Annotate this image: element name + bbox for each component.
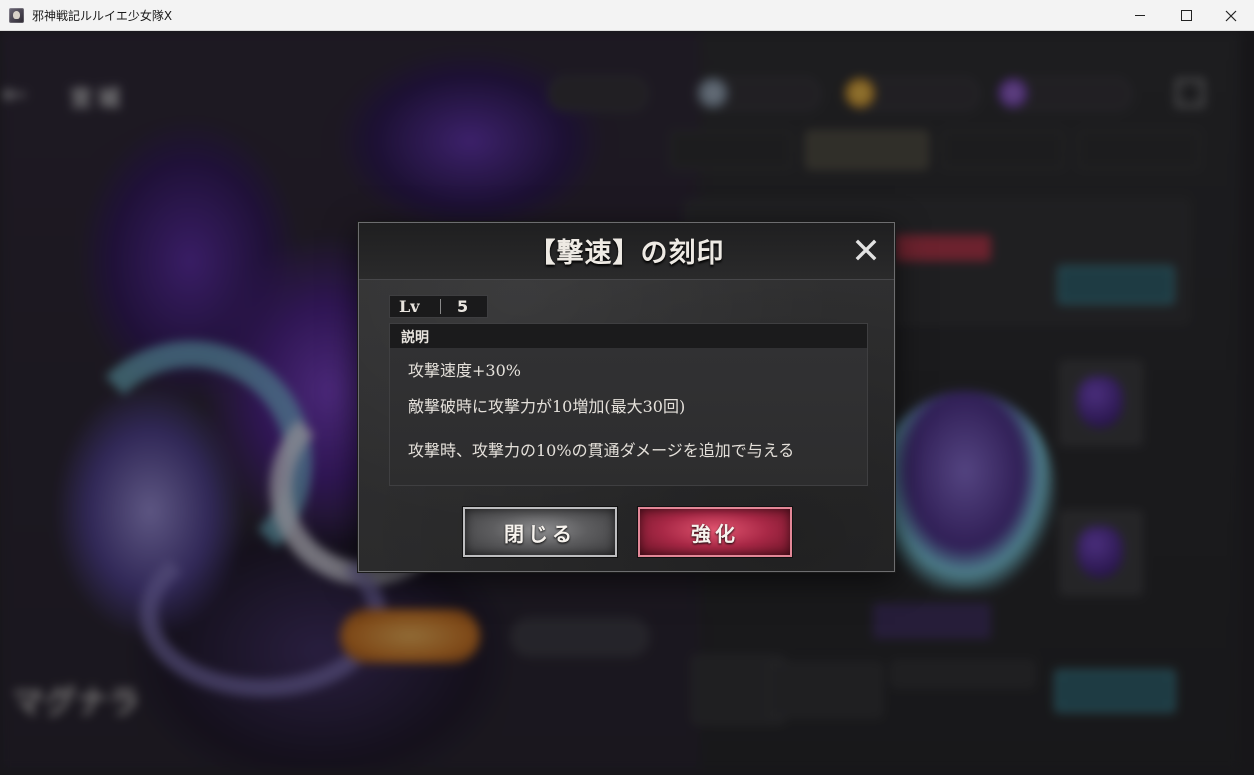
maximize-button[interactable] <box>1163 0 1209 31</box>
description-box: 説明 攻撃速度+30% 敵撃破時に攻撃力が10増加(最大30回) 攻撃時、攻撃力… <box>389 323 868 486</box>
level-divider <box>440 299 441 314</box>
level-label: Lv <box>399 297 420 316</box>
window-titlebar: 邪神戦記ルルイエ少女隊X <box>0 0 1254 31</box>
maximize-icon <box>1180 10 1192 21</box>
dialog-title: 【撃速】の刻印 <box>528 238 725 269</box>
close-icon <box>855 239 877 261</box>
minimize-button[interactable] <box>1117 0 1163 31</box>
dialog-header: 【撃速】の刻印 <box>359 223 894 280</box>
enhance-button[interactable]: 強化 <box>638 507 792 557</box>
description-line: 敵撃破時に攻撃力が10増加(最大30回) <box>408 397 686 416</box>
description-line: 攻撃速度+30% <box>408 361 521 380</box>
description-header: 説明 <box>390 324 867 348</box>
app-icon <box>9 8 24 23</box>
close-icon <box>1225 10 1237 21</box>
description-body: 攻撃速度+30% 敵撃破時に攻撃力が10増加(最大30回) 攻撃時、攻撃力の10… <box>390 348 867 485</box>
level-value: 5 <box>457 297 469 316</box>
description-title: 説明 <box>401 330 429 346</box>
window-title: 邪神戦記ルルイエ少女隊X <box>32 9 173 23</box>
minimize-icon <box>1135 15 1145 16</box>
level-indicator: Lv 5 <box>389 295 488 318</box>
engraving-dialog: 【撃速】の刻印 Lv 5 説明 攻撃速度+30% 敵撃破時に攻撃力が10増加(最… <box>358 222 895 572</box>
description-line: 攻撃時、攻撃力の10%の貫通ダメージを追加で与える <box>408 441 795 460</box>
window-close-button[interactable] <box>1208 0 1254 31</box>
dialog-close-button[interactable] <box>852 236 880 264</box>
close-button[interactable]: 閉じる <box>463 507 617 557</box>
